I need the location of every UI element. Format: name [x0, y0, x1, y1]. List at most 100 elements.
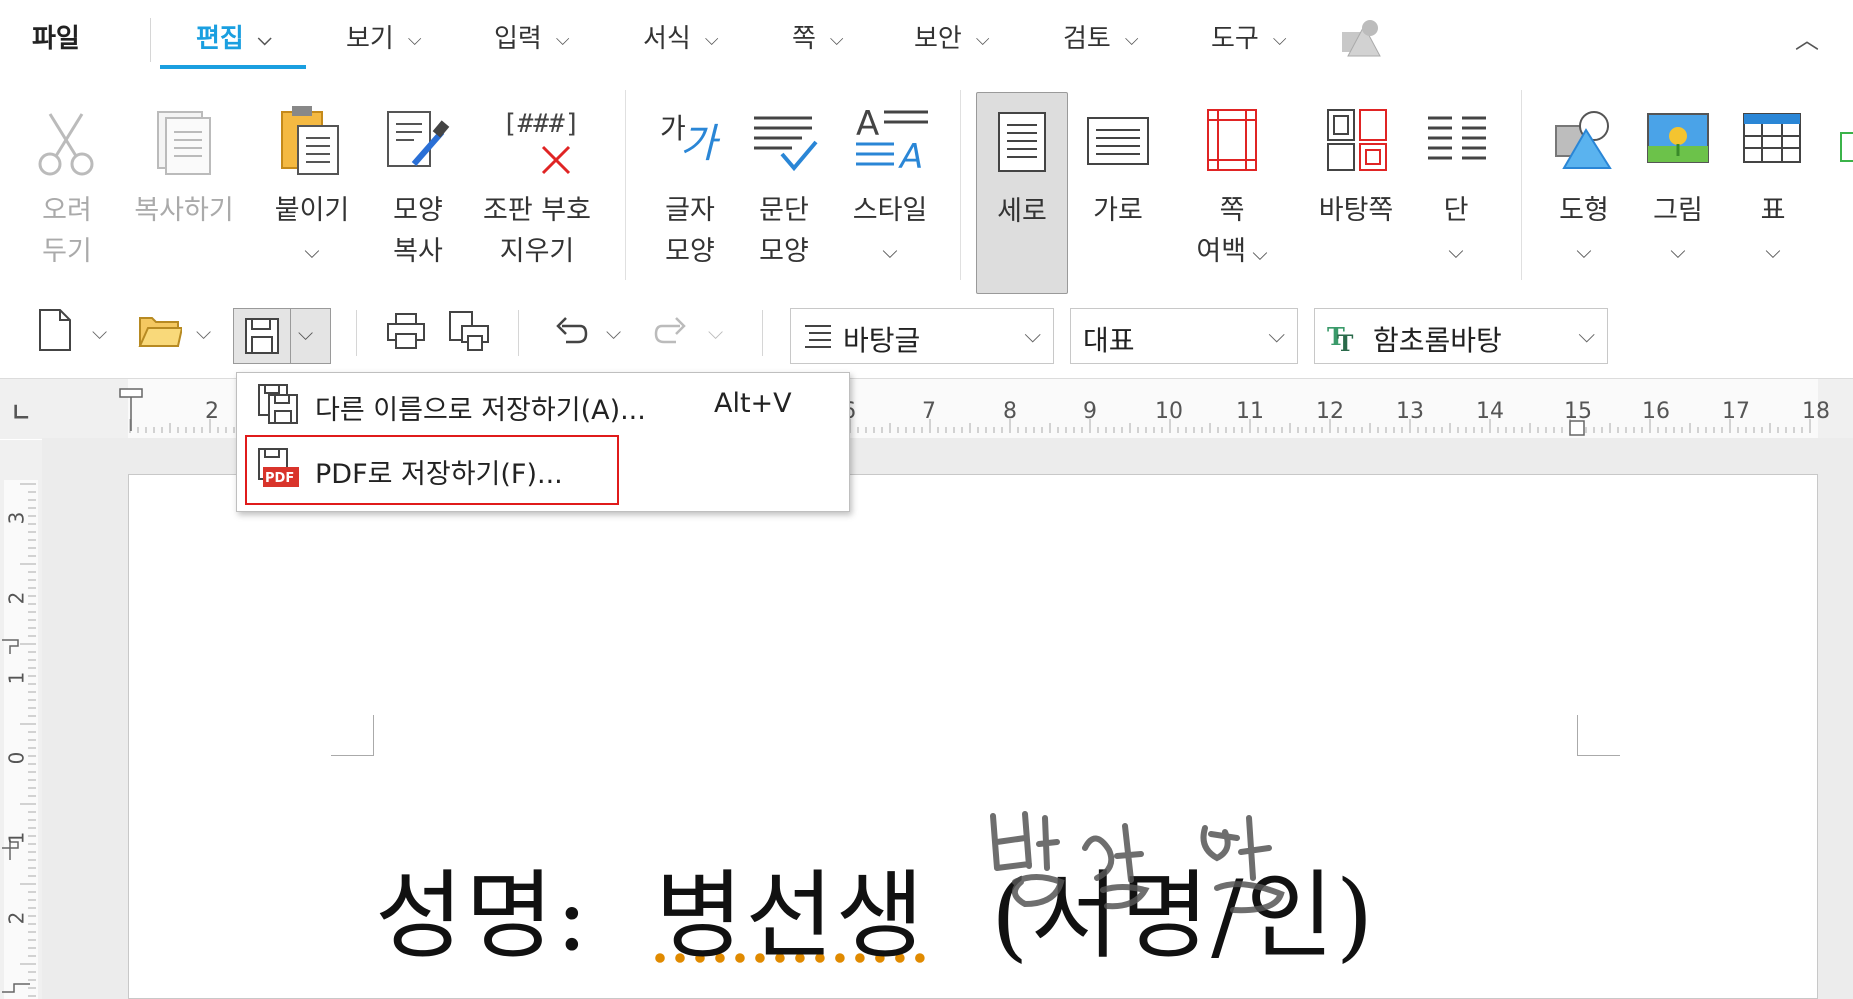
- landscape-button[interactable]: 가로: [1076, 80, 1160, 231]
- chevron-down-icon[interactable]: ⌵: [1024, 323, 1041, 348]
- tab-insert[interactable]: 입력 ⌵: [494, 18, 570, 55]
- page-margin-button[interactable]: 쪽 여백 ⌵: [1190, 80, 1274, 274]
- chevron-down-icon: ⌵: [1246, 241, 1268, 265]
- shape-button[interactable]: 도형 ⌵: [1544, 80, 1624, 272]
- chevron-down-icon[interactable]: ⌵: [196, 320, 211, 344]
- ruler-number: 17: [1722, 399, 1750, 424]
- chevron-down-icon: ⌵: [829, 29, 844, 50]
- open-folder-icon[interactable]: [138, 312, 182, 348]
- undo-icon[interactable]: [552, 316, 588, 346]
- tab-format[interactable]: 서식 ⌵: [643, 18, 719, 55]
- tab-type-icon[interactable]: ∟: [12, 401, 30, 426]
- ruler-number: 1: [4, 671, 29, 685]
- chevron-down-icon[interactable]: ⌵: [1578, 323, 1595, 348]
- ruler-number: 11: [1236, 399, 1264, 424]
- print-icon[interactable]: [386, 312, 426, 350]
- save-as-menu-item[interactable]: 다른 이름으로 저장하기(A)... Alt+V: [237, 373, 849, 435]
- chevron-down-icon[interactable]: ⌵: [708, 320, 723, 344]
- new-document-icon[interactable]: [38, 308, 72, 352]
- tab-security[interactable]: 보안 ⌵: [914, 18, 990, 55]
- shape-icon: [1555, 111, 1612, 169]
- vertical-ruler[interactable]: 3 2 1 0 1 2: [0, 440, 42, 999]
- format-copy-button[interactable]: 모양 복사: [378, 80, 458, 272]
- chevron-down-icon[interactable]: ⌵: [298, 321, 313, 345]
- cut-label-1: 오려: [42, 195, 92, 226]
- picture-icon: [1647, 113, 1709, 163]
- ruler-number: 1: [4, 831, 29, 845]
- tab-view[interactable]: 보기 ⌵: [346, 18, 422, 55]
- shapes-icon[interactable]: [1340, 18, 1382, 58]
- font-select[interactable]: T T 함초롬바탕 ⌵: [1314, 308, 1608, 364]
- cut-button[interactable]: 오려 두기: [26, 80, 108, 272]
- margin-mark: [331, 715, 374, 756]
- copy-button[interactable]: 복사하기: [126, 80, 242, 231]
- tab-insert-label: 입력: [494, 24, 542, 54]
- save-as-label: 다른 이름으로 저장하기(A)...: [315, 395, 646, 426]
- chevron-down-icon: ⌵: [1765, 239, 1781, 263]
- style-select[interactable]: 바탕글 ⌵: [790, 308, 1054, 364]
- scissors-icon: [38, 113, 94, 176]
- landscape-label: 가로: [1093, 195, 1143, 226]
- portrait-page-icon: [998, 112, 1046, 172]
- chart-icon[interactable]: [1840, 132, 1853, 162]
- red-x-icon: [541, 145, 571, 175]
- paste-button[interactable]: 붙이기 ⌵: [266, 80, 358, 272]
- para-shape-button[interactable]: 문단 모양: [744, 80, 824, 272]
- tab-edit[interactable]: 편집 ⌵: [196, 18, 272, 55]
- toolbar-separator: [762, 310, 763, 356]
- save-dropdown-menu: 다른 이름으로 저장하기(A)... Alt+V PDF PDF로 저장하기(F…: [236, 372, 850, 512]
- table-button[interactable]: 표 ⌵: [1734, 80, 1812, 272]
- char-shape-button[interactable]: 가 가 글자 모양: [650, 80, 730, 272]
- tab-page-label: 쪽: [792, 24, 816, 54]
- tab-page[interactable]: 쪽 ⌵: [792, 18, 844, 55]
- language-select-value: 대표: [1083, 324, 1135, 357]
- clear-code-button[interactable]: [###] 조판 부호 지우기: [474, 80, 600, 272]
- tab-review[interactable]: 검토 ⌵: [1063, 18, 1139, 55]
- columns-label: 단: [1443, 195, 1469, 226]
- ruler-number: 2: [4, 911, 29, 925]
- master-page-icon: [1327, 109, 1387, 171]
- style-label: 스타일: [852, 195, 928, 226]
- chevron-down-icon[interactable]: ⌵: [1268, 323, 1285, 348]
- chevron-down-icon: ⌵: [1670, 239, 1686, 263]
- ruler-number: 7: [922, 399, 936, 424]
- save-disk-icon[interactable]: [244, 317, 280, 355]
- tab-tools[interactable]: 도구 ⌵: [1211, 18, 1287, 55]
- handwritten-signature: [990, 811, 1285, 914]
- ribbon-separator: [1521, 90, 1522, 280]
- menu-file[interactable]: 파일: [32, 18, 80, 55]
- code-mark-icon: [###]: [502, 109, 581, 139]
- redo-icon[interactable]: [654, 316, 690, 346]
- svg-text:T: T: [1337, 331, 1354, 353]
- print-preview-icon[interactable]: [448, 310, 490, 352]
- clear-code-label-1: 조판 부호: [483, 195, 591, 226]
- picture-button[interactable]: 그림 ⌵: [1638, 80, 1718, 272]
- chevron-down-icon: ⌵: [1272, 29, 1287, 50]
- chevron-down-icon[interactable]: ⌵: [92, 320, 107, 344]
- collapse-ribbon-icon[interactable]: ︿: [1795, 20, 1819, 55]
- tab-tools-label: 도구: [1211, 24, 1259, 54]
- active-tab-indicator: [160, 65, 306, 69]
- font-select-value: 함초롬바탕: [1373, 324, 1502, 357]
- style-button[interactable]: A A 스타일 ⌵: [840, 80, 940, 272]
- portrait-button[interactable]: 세로: [976, 92, 1068, 294]
- highlight-box: [245, 435, 619, 505]
- paste-label: 붙이기: [274, 195, 350, 226]
- ruler-number: 8: [1003, 399, 1017, 424]
- toolbar-separator: [356, 310, 357, 356]
- chevron-down-icon[interactable]: ⌵: [606, 320, 621, 344]
- ribbon-separator: [625, 90, 626, 280]
- tab-format-label: 서식: [643, 24, 691, 54]
- save-split-button[interactable]: ⌵: [233, 308, 331, 364]
- cut-label-2: 두기: [42, 236, 92, 267]
- table-label: 표: [1760, 195, 1786, 226]
- columns-icon: [1428, 116, 1486, 160]
- paragraph-check-icon: [754, 116, 818, 172]
- language-select[interactable]: 대표 ⌵: [1070, 308, 1298, 364]
- columns-button[interactable]: 단 ⌵: [1416, 80, 1496, 272]
- save-as-icon: [258, 384, 298, 424]
- table-icon: [1743, 113, 1801, 163]
- master-page-button[interactable]: 바탕쪽: [1306, 80, 1406, 231]
- paragraph-style-icon: [805, 325, 831, 348]
- ruler-number: 15: [1564, 399, 1592, 424]
